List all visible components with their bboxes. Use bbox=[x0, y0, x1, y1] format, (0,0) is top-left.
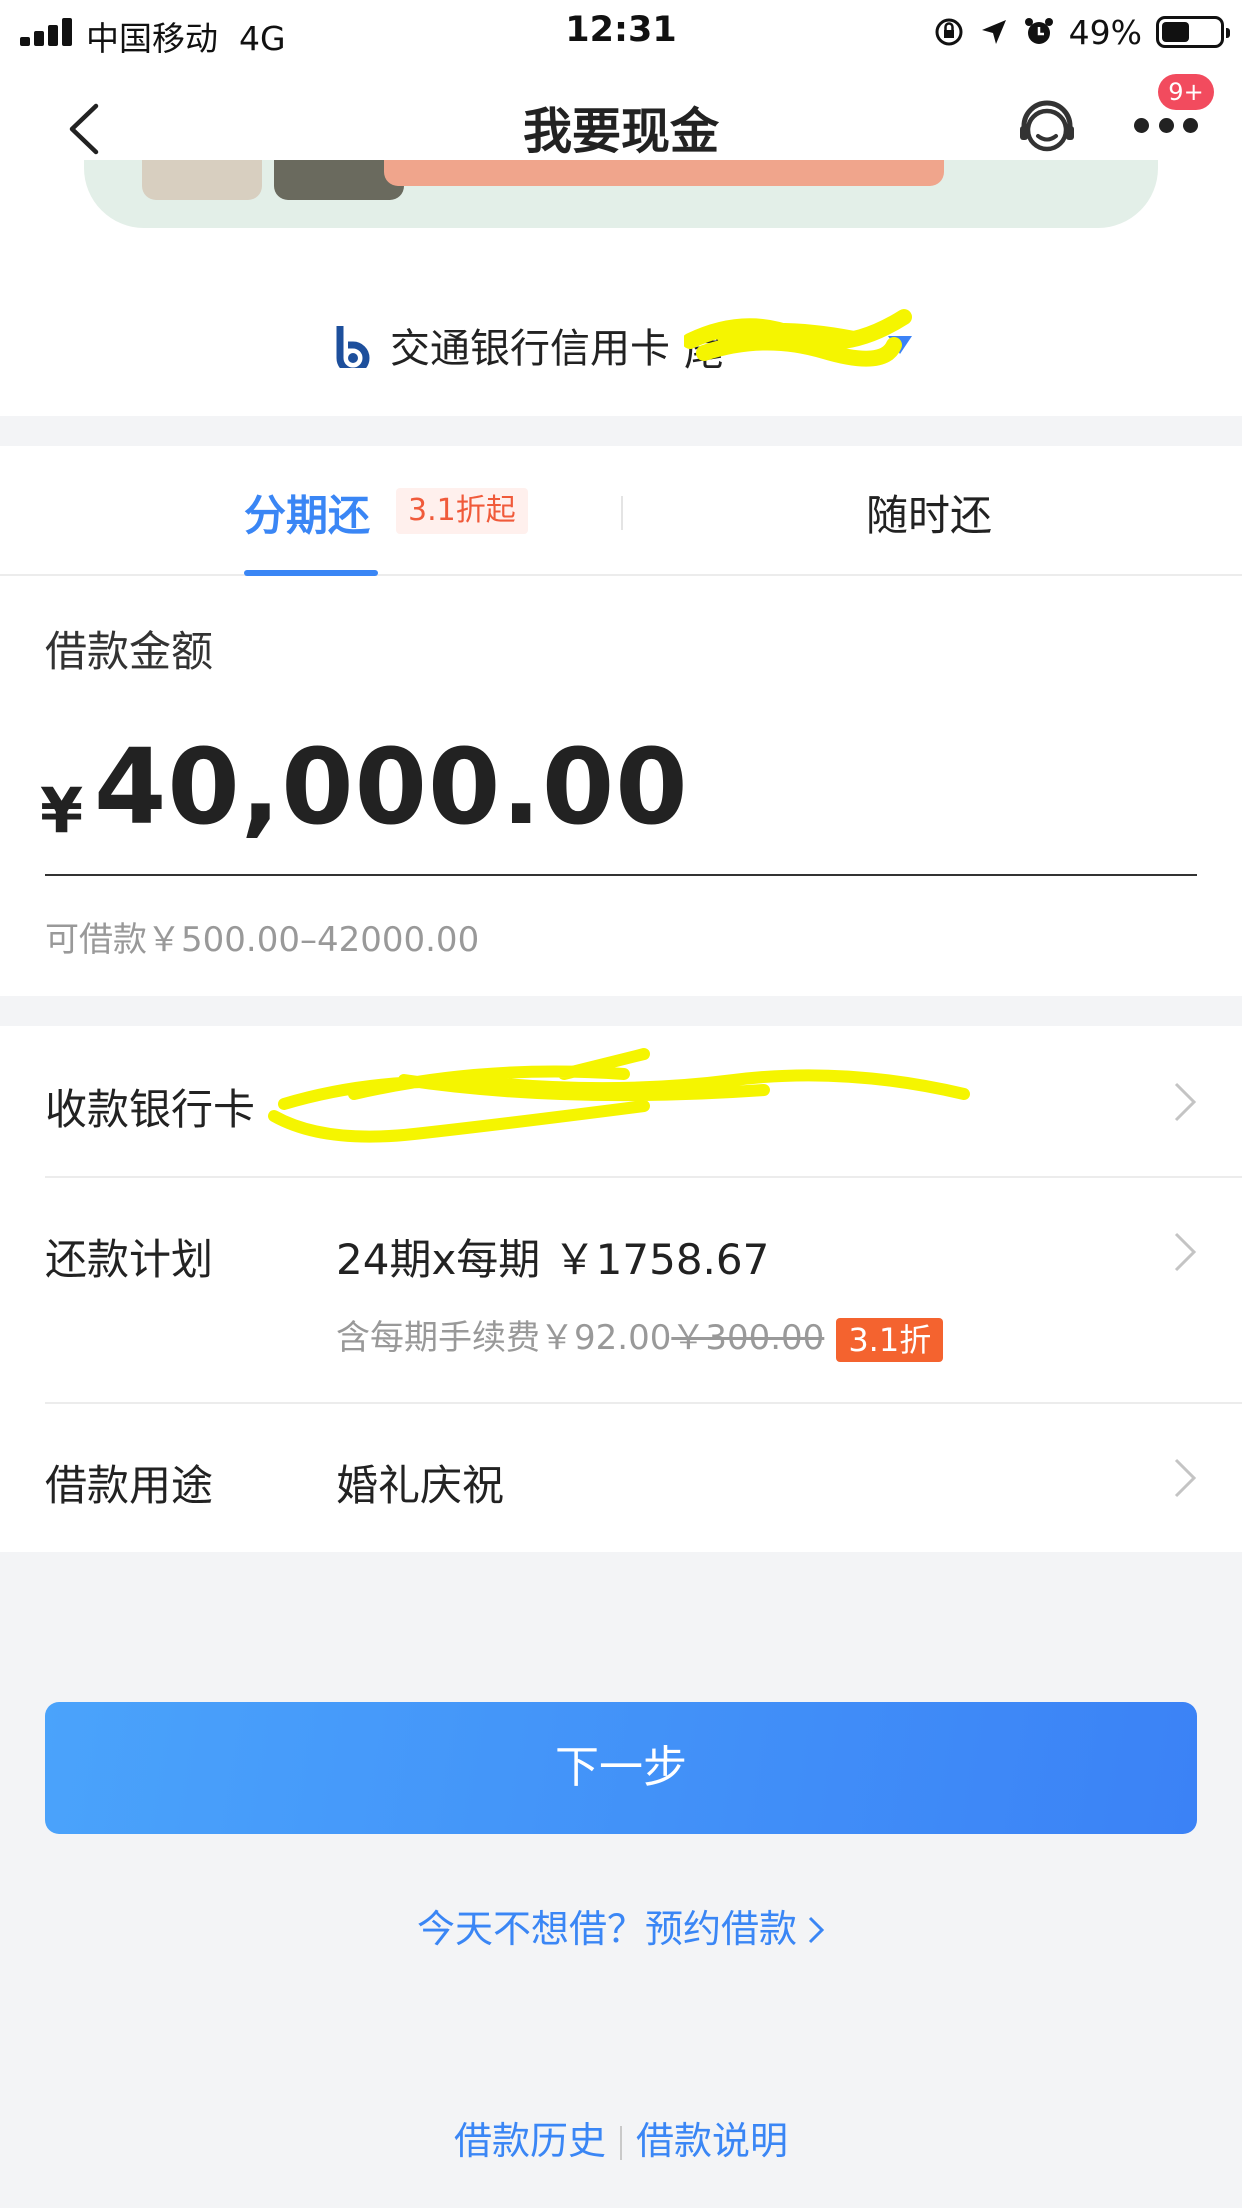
loan-purpose-label: 借款用途 bbox=[45, 1461, 214, 1510]
currency-symbol: ¥ bbox=[40, 774, 84, 847]
battery-level bbox=[1162, 22, 1190, 42]
alarm-icon bbox=[1024, 18, 1053, 44]
tab-divider bbox=[621, 496, 623, 530]
repay-plan-fee: 含每期手续费￥92.00￥300.00 3.1折 bbox=[336, 1310, 944, 1362]
loan-purpose-value: 婚礼庆祝 bbox=[336, 1461, 505, 1510]
footer-links: 借款历史 借款说明 bbox=[0, 2110, 1242, 2165]
tab-installment[interactable]: 分期还 bbox=[244, 482, 370, 543]
fee-discount-badge: 3.1折 bbox=[836, 1317, 944, 1362]
amount-underline bbox=[45, 874, 1197, 876]
receiving-card-row[interactable]: 收款银行卡 bbox=[0, 1026, 1242, 1176]
tab-anytime[interactable]: 随时还 bbox=[866, 482, 992, 543]
bank-logo-icon bbox=[336, 326, 370, 368]
status-indicators: 49% bbox=[933, 12, 1230, 52]
amount-section: 借款金额 ¥ 40,000.00 可借款￥500.00–42000.00 bbox=[0, 576, 1242, 996]
fee-current: 含每期手续费￥92.00 bbox=[336, 1318, 672, 1358]
more-icon[interactable] bbox=[1134, 118, 1198, 138]
tab-discount-tag: 3.1折起 bbox=[396, 488, 528, 534]
battery-percent: 49% bbox=[1068, 12, 1142, 52]
notification-badge: 9+ bbox=[1158, 74, 1214, 110]
chevron-right-icon bbox=[1174, 1082, 1197, 1122]
promo-banner[interactable] bbox=[84, 160, 1158, 228]
fee-original: ￥300.00 bbox=[671, 1318, 825, 1358]
repay-plan-value: 24期x每期 ￥1758.67 bbox=[336, 1235, 770, 1284]
status-bar: 中国移动 4G 12:31 49% bbox=[0, 0, 1242, 62]
chevron-right-icon bbox=[1174, 1232, 1197, 1272]
customer-service-icon[interactable] bbox=[1014, 96, 1080, 162]
bank-card-name: 交通银行信用卡 bbox=[390, 326, 670, 372]
amount-input[interactable]: 40,000.00 bbox=[94, 726, 689, 848]
card-header: 交通银行信用卡 尾 bbox=[0, 160, 1242, 416]
chevron-right-icon bbox=[1174, 1458, 1197, 1498]
receiving-card-label: 收款银行卡 bbox=[45, 1085, 256, 1134]
loan-history-link[interactable]: 借款历史 bbox=[454, 2119, 606, 2163]
repay-plan-label: 还款计划 bbox=[45, 1235, 214, 1284]
next-step-button[interactable]: 下一步 bbox=[45, 1702, 1197, 1834]
repay-plan-row[interactable]: 还款计划 24期x每期 ￥1758.67 含每期手续费￥92.00￥300.00… bbox=[0, 1178, 1242, 1402]
rotation-lock-icon bbox=[935, 18, 963, 46]
reserve-loan-text: 今天不想借？预约借款 bbox=[416, 1907, 797, 1951]
redaction-scribble bbox=[684, 309, 912, 367]
battery-icon bbox=[1156, 16, 1230, 48]
loan-explanation-link[interactable]: 借款说明 bbox=[636, 2119, 788, 2163]
loan-purpose-row[interactable]: 借款用途 婚礼庆祝 bbox=[0, 1404, 1242, 1552]
amount-label: 借款金额 bbox=[45, 627, 214, 676]
amount-range: 可借款￥500.00–42000.00 bbox=[45, 920, 480, 960]
card-tail-redacted: 尾 bbox=[684, 309, 912, 375]
loan-details: 收款银行卡 还款计划 24期x每期 ￥1758.67 含每期手续费￥92.00￥… bbox=[0, 1026, 1242, 1552]
card-selector[interactable]: 交通银行信用卡 尾 bbox=[0, 309, 1242, 376]
chevron-right-icon bbox=[808, 1916, 825, 1944]
location-icon bbox=[981, 20, 1006, 44]
redaction-scribble bbox=[268, 1048, 970, 1143]
repayment-tabs: 分期还 3.1折起 随时还 bbox=[0, 446, 1242, 576]
footer-divider bbox=[620, 2126, 622, 2160]
reserve-loan-link[interactable]: 今天不想借？预约借款 bbox=[0, 1898, 1242, 1953]
